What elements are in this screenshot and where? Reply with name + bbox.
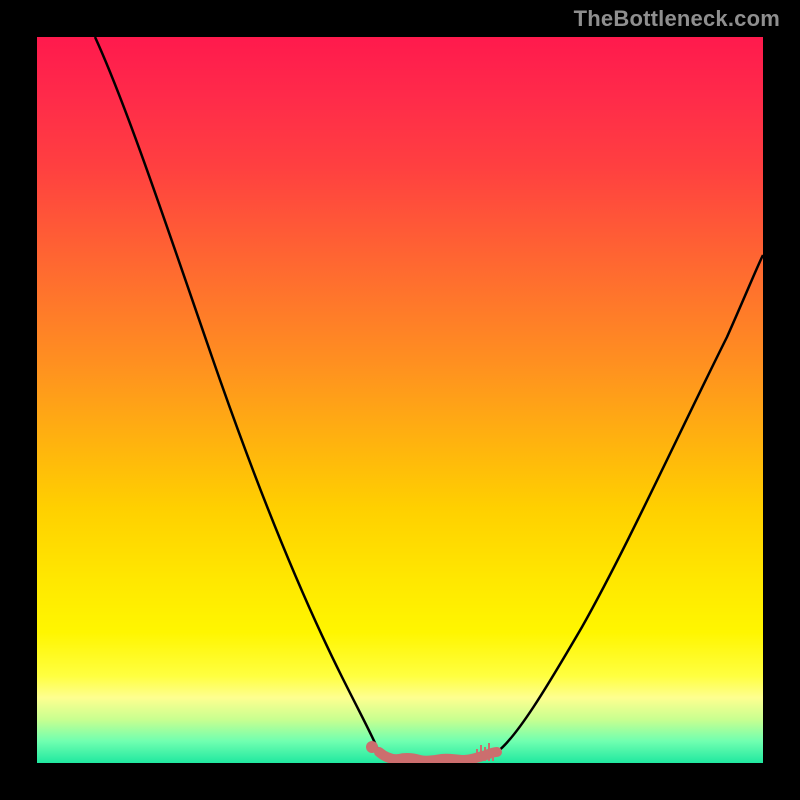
right-curve [497,255,763,752]
chart-svg [37,37,763,763]
left-curve [95,37,379,752]
watermark-text: TheBottleneck.com [574,6,780,32]
plot-area [37,37,763,763]
marker-dot [366,741,378,753]
chart-frame: TheBottleneck.com [0,0,800,800]
bottom-flat-stroke [379,752,497,761]
